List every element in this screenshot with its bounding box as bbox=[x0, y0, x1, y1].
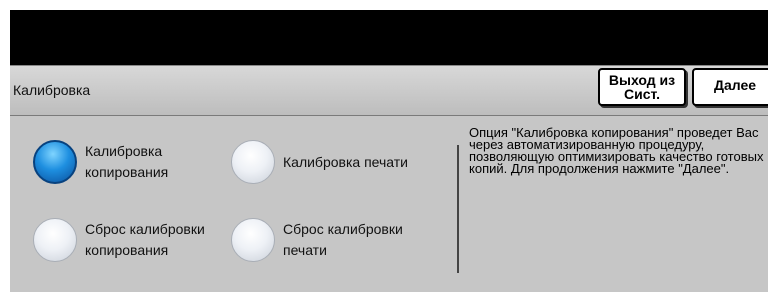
panel-divider bbox=[457, 145, 459, 273]
next-button[interactable]: Далее bbox=[692, 68, 768, 106]
page-title: Калибровка bbox=[13, 82, 91, 98]
option-reset-copy-calibration[interactable]: Сброс калибровки копирования bbox=[33, 218, 225, 262]
radio-unselected-icon[interactable] bbox=[231, 218, 275, 262]
header-bar: Калибровка Выход из Сист. Далее bbox=[10, 65, 768, 117]
exit-system-button[interactable]: Выход из Сист. bbox=[598, 68, 686, 106]
option-copy-calibration[interactable]: Калибровка копирования bbox=[33, 140, 195, 184]
option-print-calibration[interactable]: Калибровка печати bbox=[231, 140, 433, 184]
option-label: Калибровка копирования bbox=[85, 143, 169, 180]
option-label: Сброс калибровки копирования bbox=[85, 221, 205, 258]
option-reset-print-calibration[interactable]: Сброс калибровки печати bbox=[231, 218, 423, 262]
radio-selected-icon[interactable] bbox=[33, 140, 77, 184]
top-display-bar bbox=[10, 10, 768, 65]
option-description: Опция "Калибровка копирования" проведет … bbox=[469, 125, 764, 176]
option-label: Сброс калибровки печати bbox=[283, 221, 403, 258]
option-label: Калибровка печати bbox=[283, 153, 408, 170]
radio-unselected-icon[interactable] bbox=[231, 140, 275, 184]
radio-unselected-icon[interactable] bbox=[33, 218, 77, 262]
options-panel: Калибровка копирования Калибровка печати… bbox=[10, 116, 768, 292]
